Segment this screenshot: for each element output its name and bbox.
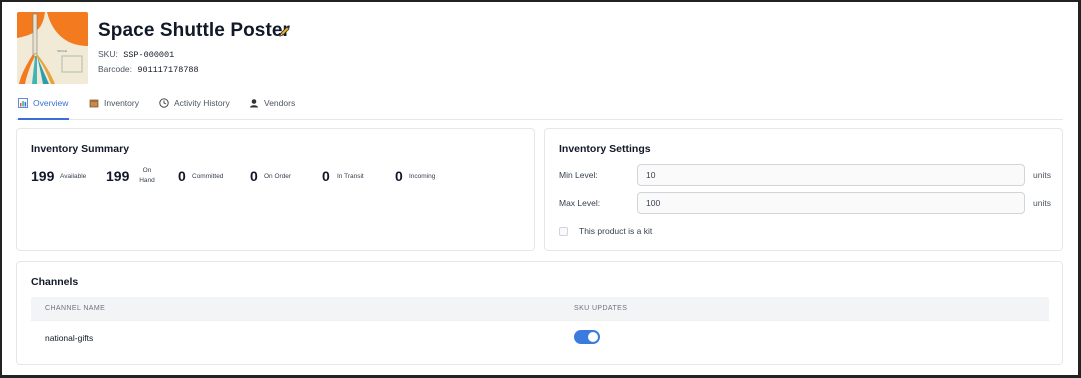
stat-in-transit-value: 0 [322, 168, 330, 184]
tab-inventory[interactable]: Inventory [89, 96, 139, 120]
barcode-line: Barcode: 901117178788 [98, 64, 199, 75]
stat-committed-value: 0 [178, 168, 186, 184]
tab-vendors-label: Vendors [264, 98, 296, 108]
bar-chart-icon [18, 98, 28, 108]
min-level-unit: units [1033, 170, 1051, 180]
max-level-input[interactable] [637, 192, 1025, 214]
min-level-label: Min Level: [559, 170, 598, 180]
sku-label: SKU: [98, 49, 118, 59]
column-header-sku-updates: SKU UPDATES [574, 305, 628, 312]
channels-card: Channels CHANNEL NAME SKU UPDATES nation… [16, 261, 1063, 365]
svg-text:SPACE: SPACE [57, 49, 67, 53]
pencil-icon[interactable] [278, 25, 291, 38]
clock-icon [159, 98, 169, 108]
column-header-channel-name: CHANNEL NAME [45, 305, 106, 312]
table-row: national-gifts [31, 320, 1049, 352]
stat-incoming-value: 0 [395, 168, 403, 184]
kit-checkbox[interactable] [559, 227, 568, 236]
product-thumbnail: SPACE [17, 12, 88, 84]
min-level-input[interactable] [637, 164, 1025, 186]
tab-vendors[interactable]: Vendors [249, 96, 295, 120]
barcode-label: Barcode: [98, 64, 133, 74]
stat-on-hand-label-line1: On [142, 167, 152, 174]
inventory-summary-card: Inventory Summary 199 Available 199 On H… [16, 128, 535, 251]
toggle-knob [588, 332, 598, 342]
sku-updates-toggle[interactable] [574, 330, 600, 344]
stat-on-order-value: 0 [250, 168, 258, 184]
product-title: Space Shuttle Poster [98, 20, 291, 41]
kit-checkbox-label: This product is a kit [579, 226, 653, 236]
barcode-value: 901117178788 [137, 65, 199, 75]
tab-inventory-label: Inventory [104, 98, 139, 108]
tab-overview[interactable]: Overview [18, 96, 69, 120]
sku-value: SSP-000001 [123, 50, 175, 60]
tab-overview-label: Overview [33, 98, 69, 108]
stat-on-order-label: On Order [264, 173, 292, 180]
stat-available-value: 199 [31, 168, 55, 184]
tab-activity-label: Activity History [174, 98, 230, 108]
channel-name-cell: national-gifts [45, 333, 94, 343]
sku-line: SKU: SSP-000001 [98, 49, 174, 60]
stat-in-transit-label: In Transit [337, 173, 364, 180]
vendor-icon [249, 98, 259, 108]
channels-table-header: CHANNEL NAME SKU UPDATES [31, 297, 1049, 320]
channels-title: Channels [31, 276, 79, 288]
stat-available-label: Available [60, 173, 87, 180]
tab-bar: Overview Inventory Activity History Vend… [16, 96, 1063, 120]
stat-on-hand-value: 199 [106, 168, 130, 184]
inventory-summary-title: Inventory Summary [31, 143, 130, 155]
stat-on-hand-label-line2: Hand [139, 177, 155, 184]
max-level-unit: units [1033, 198, 1051, 208]
box-icon [89, 98, 99, 108]
stat-committed-label: Committed [192, 173, 224, 180]
max-level-label: Max Level: [559, 198, 601, 208]
stat-incoming-label: Incoming [409, 173, 436, 180]
stat-on-hand-label: On Hand [138, 166, 156, 186]
tab-activity-history[interactable]: Activity History [159, 96, 230, 120]
inventory-settings-title: Inventory Settings [559, 143, 651, 155]
inventory-settings-card: Inventory Settings Min Level: units Max … [544, 128, 1063, 251]
